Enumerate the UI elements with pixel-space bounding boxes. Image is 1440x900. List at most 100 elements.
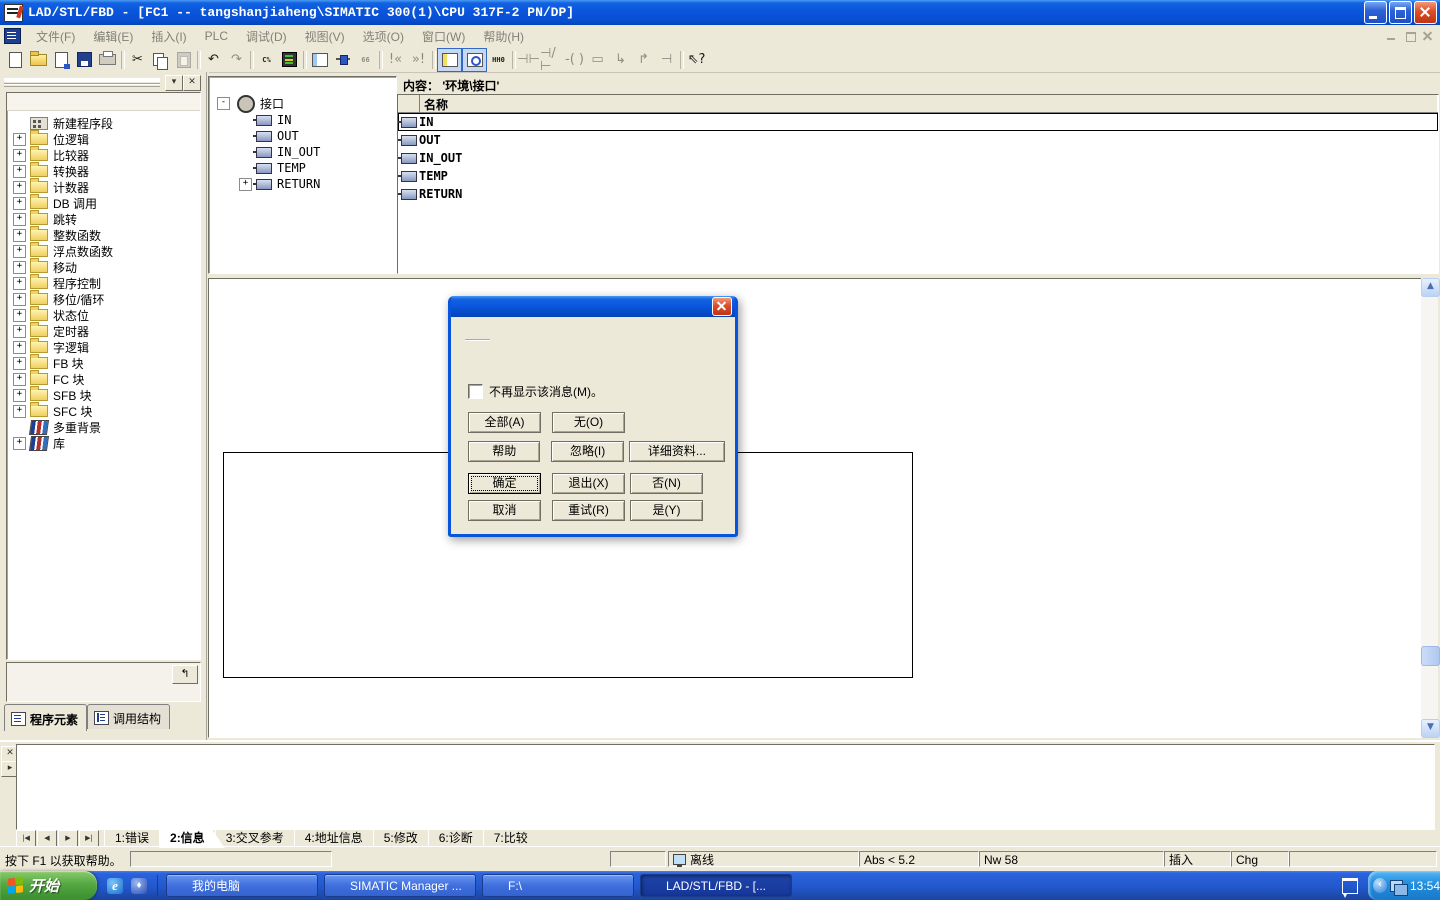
mdi-minimize-button[interactable]: [1384, 29, 1400, 43]
coil-icon[interactable]: -( ): [563, 49, 586, 71]
dialog-button[interactable]: 重试(R): [552, 500, 625, 521]
tree-item[interactable]: + DB 调用: [11, 195, 200, 211]
dialog-button[interactable]: 确定: [468, 473, 541, 494]
tree-item[interactable]: + 字逻辑: [11, 339, 200, 355]
panel-close-button[interactable]: ✕: [183, 75, 201, 91]
dialog-button[interactable]: 退出(X): [552, 473, 625, 494]
tree-item[interactable]: + 计数器: [11, 179, 200, 195]
block-jump-button[interactable]: ↰: [172, 665, 198, 684]
view-data-icon[interactable]: [308, 49, 331, 71]
connector-icon[interactable]: ⊣: [655, 49, 678, 71]
copy-icon[interactable]: [149, 49, 172, 71]
undo-icon[interactable]: ↶: [202, 49, 225, 71]
cut-icon[interactable]: ✂: [126, 49, 149, 71]
dialog-button[interactable]: 帮助: [468, 441, 540, 462]
empty-box-icon[interactable]: ▭: [586, 49, 609, 71]
contact-nc-icon[interactable]: ⊣/⊢: [540, 49, 563, 71]
scrollbar-thumb[interactable]: [1421, 646, 1440, 666]
expander-icon[interactable]: +: [13, 341, 26, 354]
editor-vertical-scrollbar[interactable]: ▲ ▼: [1421, 278, 1438, 736]
dialog-close-button[interactable]: [712, 297, 732, 316]
expander-icon[interactable]: -: [217, 97, 230, 110]
tree-item[interactable]: + 位逻辑: [11, 131, 200, 147]
minimize-button[interactable]: [1364, 1, 1387, 24]
dialog-button[interactable]: 忽略(I): [551, 441, 623, 462]
expander-icon[interactable]: +: [13, 373, 26, 386]
tray-chevron-icon[interactable]: ‹: [1373, 878, 1387, 893]
interface-tree-item[interactable]: TEMP: [215, 160, 396, 176]
dialog-button[interactable]: 无(O): [552, 412, 625, 433]
overview-toggle-icon[interactable]: [462, 48, 487, 72]
tree-item[interactable]: + 比较器: [11, 147, 200, 163]
expander-icon[interactable]: +: [13, 389, 26, 402]
scroll-up-icon[interactable]: ▲: [1421, 278, 1440, 297]
menu-item[interactable]: 调试(D): [237, 26, 296, 47]
menu-item[interactable]: PLC: [196, 27, 237, 45]
interface-root-item[interactable]: - 接口: [215, 95, 396, 112]
expander-icon[interactable]: +: [239, 178, 252, 191]
menu-item[interactable]: 帮助(H): [474, 26, 533, 47]
tree-item[interactable]: + 移位/循环: [11, 291, 200, 307]
start-button[interactable]: 开始: [0, 871, 97, 900]
expander-icon[interactable]: +: [13, 181, 26, 194]
expander-icon[interactable]: +: [13, 149, 26, 162]
tree-item[interactable]: + 跳转: [11, 211, 200, 227]
ladder-editor-canvas[interactable]: [208, 278, 1422, 738]
expander-icon[interactable]: +: [13, 229, 26, 242]
tree-item[interactable]: + SFC 块: [11, 403, 200, 419]
open-online-icon[interactable]: [50, 49, 73, 71]
tree-item[interactable]: + 程序控制: [11, 275, 200, 291]
expander-icon[interactable]: +: [13, 261, 26, 274]
mdi-close-button[interactable]: [1420, 29, 1436, 43]
tree-item[interactable]: 新建程序段: [11, 115, 200, 131]
tray-network-icon[interactable]: [1390, 880, 1403, 892]
left-panel-tab[interactable]: 调用结构: [87, 704, 170, 729]
dialog-button[interactable]: 全部(A): [468, 412, 541, 433]
program-elements-toggle-icon[interactable]: [437, 48, 462, 72]
mdi-child-icon[interactable]: [4, 28, 21, 44]
table-row[interactable]: OUT: [398, 131, 1438, 149]
print-icon[interactable]: [96, 49, 119, 71]
mdi-restore-button[interactable]: [1402, 29, 1418, 43]
panel-grip[interactable]: ▾ ✕: [2, 74, 204, 90]
scroll-down-icon[interactable]: ▼: [1421, 719, 1440, 738]
desktop-restore-icon[interactable]: [1342, 878, 1358, 894]
contact-no-icon[interactable]: ⊣⊢: [517, 49, 540, 71]
menu-item[interactable]: 视图(V): [296, 26, 354, 47]
tree-item[interactable]: + 浮点数函数: [11, 243, 200, 259]
interface-tree-item[interactable]: OUT: [215, 128, 396, 144]
tree-item[interactable]: + FB 块: [11, 355, 200, 371]
goto-next-error-icon[interactable]: »!: [407, 49, 430, 71]
table-row[interactable]: IN_OUT: [398, 149, 1438, 167]
expander-icon[interactable]: +: [13, 437, 26, 450]
paste-icon[interactable]: [172, 49, 195, 71]
interface-tree-item[interactable]: IN: [215, 112, 396, 128]
menu-item[interactable]: 文件(F): [27, 26, 84, 47]
goto-prev-error-icon[interactable]: !«: [384, 49, 407, 71]
tree-item[interactable]: + 定时器: [11, 323, 200, 339]
expander-icon[interactable]: +: [13, 293, 26, 306]
tree-item[interactable]: + 移动: [11, 259, 200, 275]
interface-tree-item[interactable]: + RETURN: [215, 176, 396, 192]
expander-icon[interactable]: +: [13, 277, 26, 290]
expander-icon[interactable]: +: [13, 133, 26, 146]
left-panel-tab[interactable]: 程序元素: [4, 704, 87, 731]
restore-button[interactable]: [1389, 1, 1412, 24]
monitor-icon[interactable]: C%: [255, 49, 278, 71]
taskbar-task-button[interactable]: 我的电脑: [166, 874, 318, 897]
new-network-icon[interactable]: HH0: [487, 49, 510, 71]
tree-item[interactable]: + 整数函数: [11, 227, 200, 243]
close-button[interactable]: [1414, 1, 1437, 24]
taskbar-task-button[interactable]: SIMATIC Manager ...: [324, 874, 476, 897]
help-cursor-icon[interactable]: ⇖?: [685, 49, 708, 71]
expander-icon[interactable]: +: [13, 309, 26, 322]
open-branch-icon[interactable]: ↳: [609, 49, 632, 71]
taskbar-task-button[interactable]: F:\: [482, 874, 634, 897]
dont-show-again-checkbox[interactable]: [468, 384, 483, 399]
dialog-button[interactable]: 否(N): [630, 473, 703, 494]
expander-icon[interactable]: +: [13, 197, 26, 210]
table-row[interactable]: TEMP: [398, 167, 1438, 185]
menu-item[interactable]: 选项(O): [354, 26, 413, 47]
tree-item[interactable]: + SFB 块: [11, 387, 200, 403]
table-row[interactable]: IN: [398, 113, 1438, 131]
